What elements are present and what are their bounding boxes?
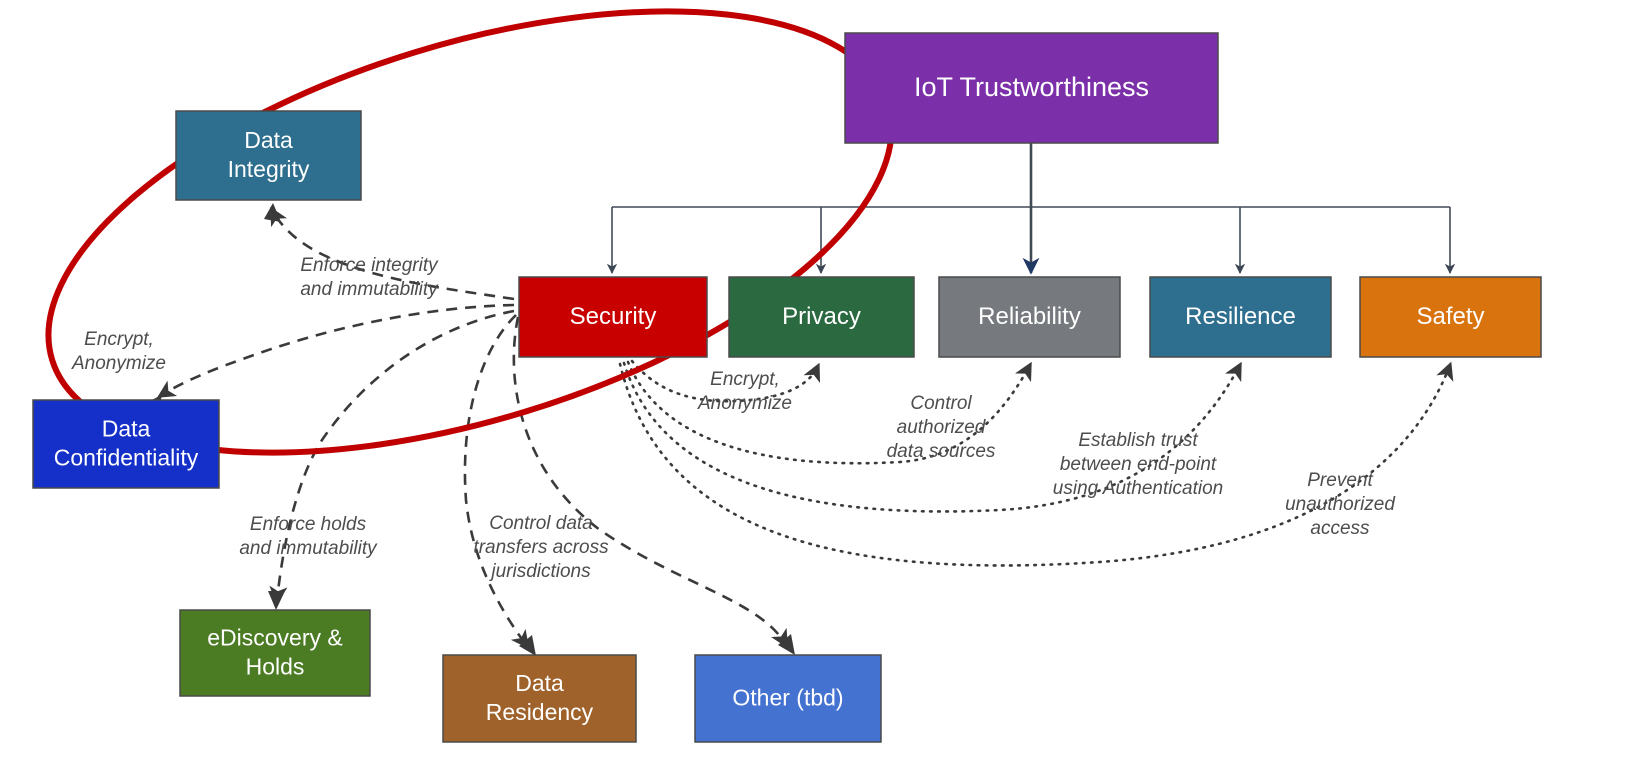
edge-security-to-data-residency xyxy=(463,314,530,649)
label-prevent-unauthorized: Prevent unauthorized access xyxy=(1285,470,1396,539)
aspect-node-group: Data Integrity Data Confidentiality eDiscove… xyxy=(32,110,882,743)
label-establish-trust: Establish trust between end-point using Au… xyxy=(1053,430,1223,499)
label-encrypt-anonymize-right: Encrypt, Anonymize xyxy=(697,369,792,414)
node-reliability-label: Reliability xyxy=(978,303,1081,330)
node-security-label: Security xyxy=(570,303,657,330)
label-control-data-transfers: Control data transfers across jurisdiction… xyxy=(473,513,609,582)
node-safety[interactable]: Safety xyxy=(1359,276,1542,358)
label-encrypt-anonymize-left: Encrypt, Anonymize xyxy=(71,329,166,374)
arrow-to-data-integrity xyxy=(264,203,281,222)
node-data-residency[interactable]: Data Residency xyxy=(442,654,637,743)
node-security[interactable]: Security xyxy=(518,276,708,358)
node-resilience-label: Resilience xyxy=(1185,303,1296,330)
tree-drop-lines xyxy=(606,207,1456,275)
node-safety-label: Safety xyxy=(1416,303,1484,330)
diagram-canvas: IoT Trustworthiness Security Privacy Relia… xyxy=(0,0,1630,782)
label-enforce-integrity: Enforce integrity and immutability xyxy=(300,255,439,300)
edge-security-to-data-confidentiality xyxy=(156,303,515,398)
node-resilience[interactable]: Resilience xyxy=(1149,276,1332,358)
node-data-integrity[interactable]: Data Integrity xyxy=(175,110,362,201)
node-iot-trustworthiness-label: IoT Trustworthiness xyxy=(914,72,1149,102)
node-ediscovery-holds[interactable]: eDiscovery & Holds xyxy=(179,609,371,697)
node-other-tbd-label: Other (tbd) xyxy=(732,685,843,711)
arrow-to-ediscovery xyxy=(268,591,285,610)
node-privacy-label: Privacy xyxy=(782,303,861,330)
pillar-node-group: Security Privacy Reliability Resilience Safe… xyxy=(518,276,1542,358)
label-enforce-holds: Enforce holds and immutability xyxy=(239,514,378,559)
node-privacy[interactable]: Privacy xyxy=(728,276,915,358)
node-reliability[interactable]: Reliability xyxy=(938,276,1121,358)
node-iot-trustworthiness[interactable]: IoT Trustworthiness xyxy=(844,32,1219,144)
tree-connectors xyxy=(606,143,1456,275)
arrow-to-other xyxy=(778,634,795,655)
node-other-tbd[interactable]: Other (tbd) xyxy=(694,654,882,743)
node-data-confidentiality[interactable]: Data Confidentiality xyxy=(32,399,220,489)
iot-trustworthiness-diagram: IoT Trustworthiness Security Privacy Relia… xyxy=(32,8,1542,743)
label-control-authorized: Control authorized data sources xyxy=(887,393,996,462)
